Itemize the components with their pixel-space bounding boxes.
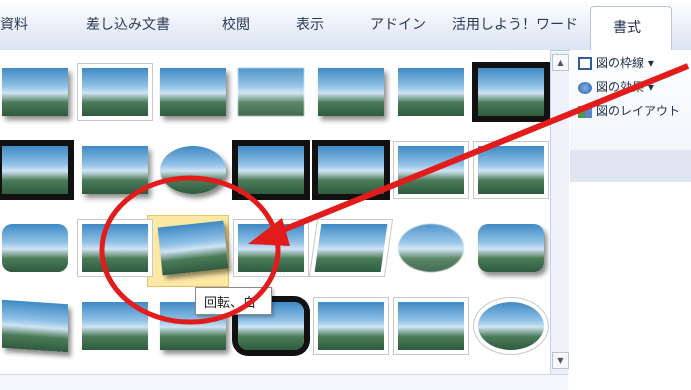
style-thumbnail bbox=[478, 302, 544, 350]
style-thumbnail bbox=[2, 68, 68, 116]
scroll-down-button[interactable]: ▼ bbox=[552, 352, 569, 369]
style-thumbnail bbox=[398, 146, 464, 194]
tab-references[interactable]: 資料 bbox=[0, 14, 28, 34]
picture-style-option[interactable] bbox=[478, 224, 544, 272]
tab-mailings[interactable]: 差し込み文書 bbox=[86, 14, 170, 34]
picture-style-rotated-white[interactable] bbox=[157, 220, 229, 276]
picture-style-option[interactable] bbox=[82, 224, 148, 272]
picture-border-label: 図の枠線 ▾ bbox=[596, 56, 654, 70]
picture-style-option[interactable] bbox=[2, 299, 68, 353]
picture-style-option[interactable] bbox=[318, 68, 384, 116]
picture-style-option[interactable] bbox=[160, 68, 226, 116]
tab-addins[interactable]: アドイン bbox=[370, 14, 426, 34]
picture-effects-label: 図の効果 ▾ bbox=[596, 80, 654, 94]
picture-layout-button[interactable]: 図のレイアウト bbox=[578, 102, 680, 119]
style-thumbnail bbox=[238, 224, 304, 272]
tab-format[interactable]: 書式 bbox=[590, 6, 672, 51]
gallery-bottom-edge bbox=[0, 374, 568, 390]
picture-style-option[interactable] bbox=[314, 224, 388, 272]
style-thumbnail bbox=[157, 220, 229, 276]
picture-style-option[interactable] bbox=[398, 224, 464, 272]
picture-style-option[interactable] bbox=[238, 146, 304, 194]
picture-style-option[interactable] bbox=[398, 68, 464, 116]
picture-style-option[interactable] bbox=[82, 302, 148, 350]
layout-icon bbox=[578, 105, 592, 118]
picture-style-option[interactable] bbox=[238, 224, 304, 272]
tab-format-label: 書式 bbox=[613, 20, 641, 36]
picture-border-button[interactable]: 図の枠線 ▾ bbox=[578, 54, 654, 71]
style-thumbnail bbox=[318, 302, 384, 350]
style-thumbnail bbox=[238, 68, 304, 116]
style-thumbnail bbox=[318, 146, 384, 194]
style-thumbnail bbox=[398, 68, 464, 116]
picture-style-option[interactable] bbox=[318, 302, 384, 350]
style-thumbnail bbox=[160, 68, 226, 116]
tooltip-text: 回転、白 bbox=[204, 296, 257, 311]
gallery-scrollbar[interactable]: ▲ ▼ bbox=[550, 52, 569, 374]
scroll-up-button[interactable]: ▲ bbox=[552, 54, 569, 71]
style-thumbnail bbox=[398, 302, 464, 350]
style-thumbnail bbox=[2, 224, 68, 272]
tab-review[interactable]: 校閲 bbox=[222, 14, 250, 34]
style-thumbnail bbox=[238, 146, 304, 194]
picture-style-option[interactable] bbox=[478, 68, 544, 116]
picture-style-option[interactable] bbox=[398, 302, 464, 350]
tab-view[interactable]: 表示 bbox=[296, 14, 324, 34]
picture-style-option[interactable] bbox=[2, 224, 68, 272]
style-thumbnail bbox=[398, 224, 464, 272]
style-thumbnail bbox=[314, 224, 388, 272]
picture-style-option[interactable] bbox=[82, 146, 148, 194]
tab-custom-word[interactable]: 活用しよう！ワード bbox=[452, 14, 578, 34]
style-thumbnail bbox=[82, 302, 148, 350]
style-thumbnail bbox=[82, 68, 148, 116]
style-thumbnail bbox=[160, 146, 226, 194]
style-thumbnail bbox=[82, 224, 148, 272]
style-thumbnail bbox=[318, 68, 384, 116]
style-thumbnail bbox=[2, 299, 68, 353]
picture-style-option[interactable] bbox=[398, 146, 464, 194]
pencil-frame-icon bbox=[578, 57, 592, 70]
style-thumbnail bbox=[478, 224, 544, 272]
picture-style-option[interactable] bbox=[238, 68, 304, 116]
style-thumbnail bbox=[478, 68, 544, 116]
ribbon-tab-bar: 資料 差し込み文書 校閲 表示 アドイン 活用しよう！ワード 書式 bbox=[0, 0, 691, 51]
picture-effects-button[interactable]: 図の効果 ▾ bbox=[578, 78, 654, 95]
picture-style-option[interactable] bbox=[318, 146, 384, 194]
picture-style-option[interactable] bbox=[2, 146, 68, 194]
picture-style-option[interactable] bbox=[478, 302, 544, 350]
style-thumbnail bbox=[82, 146, 148, 194]
picture-layout-label: 図のレイアウト bbox=[596, 104, 681, 118]
picture-style-option[interactable] bbox=[2, 68, 68, 116]
effects-icon bbox=[578, 81, 592, 94]
ribbon-group-footer bbox=[570, 150, 691, 182]
picture-style-gallery: 回転、白 bbox=[0, 50, 551, 389]
picture-style-option[interactable] bbox=[82, 68, 148, 116]
style-thumbnail bbox=[2, 146, 68, 194]
style-thumbnail bbox=[478, 146, 544, 194]
picture-style-option[interactable] bbox=[160, 146, 226, 194]
picture-style-option[interactable] bbox=[478, 146, 544, 194]
tooltip: 回転、白 bbox=[195, 287, 272, 315]
